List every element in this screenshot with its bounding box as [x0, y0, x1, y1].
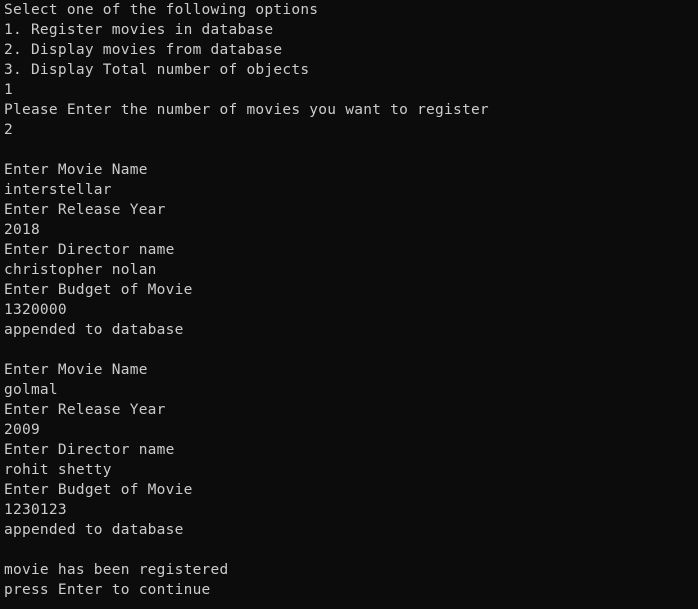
user-input-option: 1: [4, 82, 13, 98]
user-input-movie-name: golmal: [4, 382, 58, 398]
prompt-budget: Enter Budget of Movie: [4, 482, 193, 498]
user-input-director-name: christopher nolan: [4, 262, 157, 278]
menu-prompt: Select one of the following options: [4, 2, 319, 18]
prompt-director-name: Enter Director name: [4, 442, 175, 458]
menu-option-display: 2. Display movies from database: [4, 42, 283, 58]
prompt-press-enter: press Enter to continue: [4, 582, 211, 598]
prompt-movie-name: Enter Movie Name: [4, 362, 148, 378]
status-registered: movie has been registered: [4, 562, 229, 578]
user-input-release-year: 2009: [4, 422, 40, 438]
console-output[interactable]: Select one of the following options 1. R…: [0, 0, 698, 609]
status-appended: appended to database: [4, 522, 184, 538]
prompt-release-year: Enter Release Year: [4, 402, 166, 418]
user-input-movie-name: interstellar: [4, 182, 112, 198]
status-appended: appended to database: [4, 322, 184, 338]
prompt-movie-name: Enter Movie Name: [4, 162, 148, 178]
prompt-release-year: Enter Release Year: [4, 202, 166, 218]
user-input-budget: 1320000: [4, 302, 67, 318]
user-input-release-year: 2018: [4, 222, 40, 238]
prompt-budget: Enter Budget of Movie: [4, 282, 193, 298]
user-input-director-name: rohit shetty: [4, 462, 112, 478]
prompt-movie-count: Please Enter the number of movies you wa…: [4, 102, 489, 118]
menu-option-total: 3. Display Total number of objects: [4, 62, 310, 78]
user-input-budget: 1230123: [4, 502, 67, 518]
prompt-director-name: Enter Director name: [4, 242, 175, 258]
user-input-movie-count: 2: [4, 122, 13, 138]
menu-option-register: 1. Register movies in database: [4, 22, 274, 38]
